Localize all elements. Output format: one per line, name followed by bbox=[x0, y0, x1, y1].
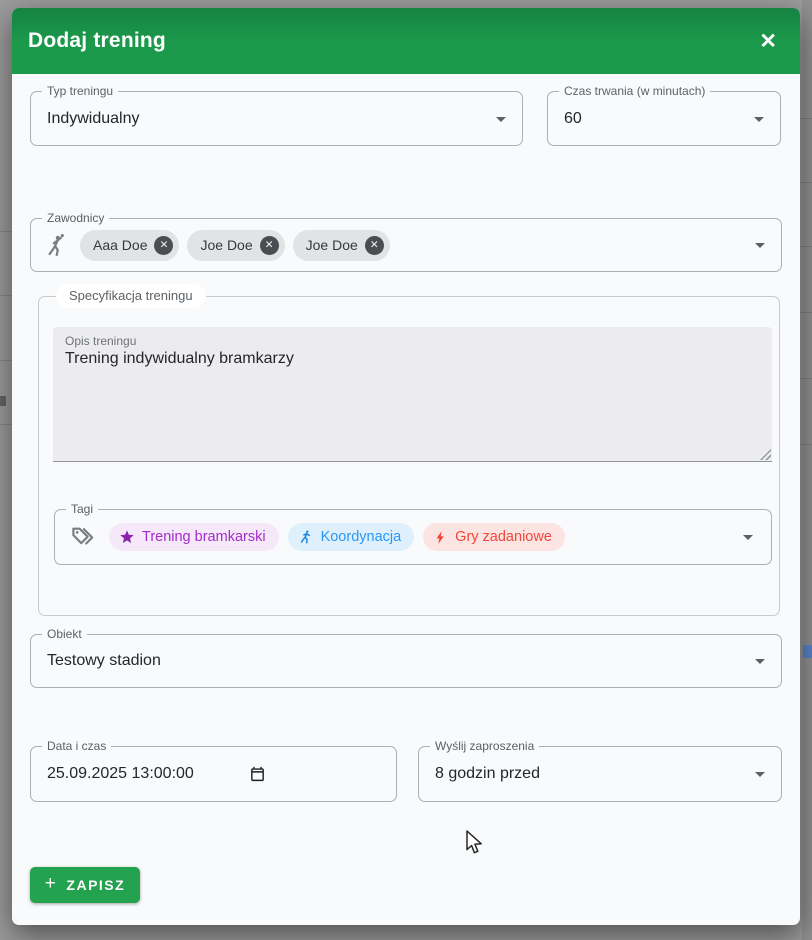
mouse-cursor-icon bbox=[465, 830, 485, 857]
star-icon bbox=[119, 529, 135, 545]
backdrop-row-line bbox=[800, 378, 812, 379]
backdrop-content-strip bbox=[802, 0, 812, 940]
obiekt-label: Obiekt bbox=[42, 627, 87, 641]
player-chip-label: Aaa Doe bbox=[93, 237, 147, 253]
player-chip: Aaa Doe ✕ bbox=[80, 230, 179, 261]
tagi-multiselect[interactable]: Tagi Trening bramkarski bbox=[54, 509, 772, 565]
obiekt-select[interactable]: Obiekt Testowy stadion bbox=[30, 634, 782, 688]
czas-trwania-value: 60 bbox=[564, 110, 582, 128]
backdrop-row-line bbox=[800, 312, 812, 313]
opis-treningu-label: Opis treningu bbox=[65, 334, 136, 348]
tag-chip-label: Koordynacja bbox=[321, 529, 402, 545]
chevron-down-icon bbox=[496, 117, 506, 122]
opis-treningu-textarea[interactable]: Opis treningu Trening indywidualny bramk… bbox=[53, 327, 772, 462]
data-i-czas-input[interactable]: Data i czas 25.09.2025 13:00:00 bbox=[30, 746, 397, 802]
tagi-chip-row: Trening bramkarski Koordynacja bbox=[70, 510, 565, 564]
bolt-icon bbox=[433, 530, 448, 545]
player-chip: Joe Doe ✕ bbox=[293, 230, 390, 261]
data-i-czas-value: 25.09.2025 13:00:00 bbox=[47, 765, 194, 783]
specyfikacja-treningu-group: Specyfikacja treningu Opis treningu Tren… bbox=[38, 296, 780, 616]
backdrop-row-line bbox=[800, 182, 812, 183]
backdrop-blue-fragment bbox=[803, 645, 812, 658]
backdrop-row-line bbox=[0, 360, 12, 361]
tag-chip-label: Gry zadaniowe bbox=[455, 529, 552, 545]
backdrop-text-fragment bbox=[0, 396, 6, 406]
typ-treningu-select[interactable]: Typ treningu Indywidualny bbox=[30, 91, 523, 146]
save-button[interactable]: + ZAPISZ bbox=[30, 867, 140, 903]
chevron-down-icon bbox=[743, 535, 753, 540]
player-chip: Joe Doe ✕ bbox=[187, 230, 284, 261]
backdrop-row-line bbox=[0, 424, 12, 425]
chevron-down-icon bbox=[755, 772, 765, 777]
data-i-czas-label: Data i czas bbox=[42, 739, 111, 753]
wyslij-zaproszenia-label: Wyślij zaproszenia bbox=[430, 739, 539, 753]
player-chip-label: Joe Doe bbox=[200, 237, 252, 253]
chevron-down-icon bbox=[755, 243, 765, 248]
close-icon[interactable]: ✕ bbox=[753, 8, 783, 74]
player-chip-label: Joe Doe bbox=[306, 237, 358, 253]
runner-icon bbox=[298, 529, 314, 545]
tags-icon bbox=[70, 524, 97, 551]
dialog-header: Dodaj trening ✕ bbox=[12, 8, 800, 74]
typ-treningu-label: Typ treningu bbox=[42, 84, 118, 98]
calendar-icon[interactable] bbox=[249, 765, 266, 783]
czas-trwania-label: Czas trwania (w minutach) bbox=[559, 84, 710, 98]
zawodnicy-chip-row: Aaa Doe ✕ Joe Doe ✕ Joe Doe ✕ bbox=[44, 219, 390, 271]
typ-treningu-value: Indywidualny bbox=[47, 110, 140, 128]
obiekt-value: Testowy stadion bbox=[47, 652, 161, 670]
dialog-title: Dodaj trening bbox=[28, 8, 166, 74]
plus-icon: + bbox=[45, 873, 58, 895]
backdrop-row-line bbox=[0, 231, 12, 232]
chevron-down-icon bbox=[754, 117, 764, 122]
tag-chip: Koordynacja bbox=[288, 523, 415, 551]
remove-player-icon[interactable]: ✕ bbox=[154, 236, 173, 255]
tag-chip: Trening bramkarski bbox=[109, 523, 279, 551]
save-button-label: ZAPISZ bbox=[66, 877, 125, 893]
wyslij-zaproszenia-select[interactable]: Wyślij zaproszenia 8 godzin przed bbox=[418, 746, 782, 802]
opis-treningu-value: Trening indywidualny bramkarzy bbox=[65, 350, 294, 368]
tag-chip: Gry zadaniowe bbox=[423, 523, 565, 551]
remove-player-icon[interactable]: ✕ bbox=[365, 236, 384, 255]
wyslij-zaproszenia-value: 8 godzin przed bbox=[435, 765, 540, 783]
page-backdrop: Dodaj trening ✕ Typ treningu Indywidualn… bbox=[0, 0, 812, 940]
add-training-dialog: Dodaj trening ✕ Typ treningu Indywidualn… bbox=[12, 8, 800, 925]
tag-chip-label: Trening bramkarski bbox=[142, 529, 266, 545]
zawodnicy-multiselect[interactable]: Zawodnicy Aaa Doe ✕ bbox=[30, 218, 782, 272]
backdrop-row-line bbox=[800, 118, 812, 119]
backdrop-row-line bbox=[0, 295, 12, 296]
chevron-down-icon bbox=[755, 659, 765, 664]
textarea-resize-handle[interactable] bbox=[760, 449, 771, 460]
sports-person-icon bbox=[44, 233, 69, 258]
backdrop-row-line bbox=[800, 246, 812, 247]
czas-trwania-select[interactable]: Czas trwania (w minutach) 60 bbox=[547, 91, 781, 146]
remove-player-icon[interactable]: ✕ bbox=[260, 236, 279, 255]
backdrop-row-line bbox=[800, 444, 812, 445]
specyfikacja-legend: Specyfikacja treningu bbox=[56, 284, 206, 308]
